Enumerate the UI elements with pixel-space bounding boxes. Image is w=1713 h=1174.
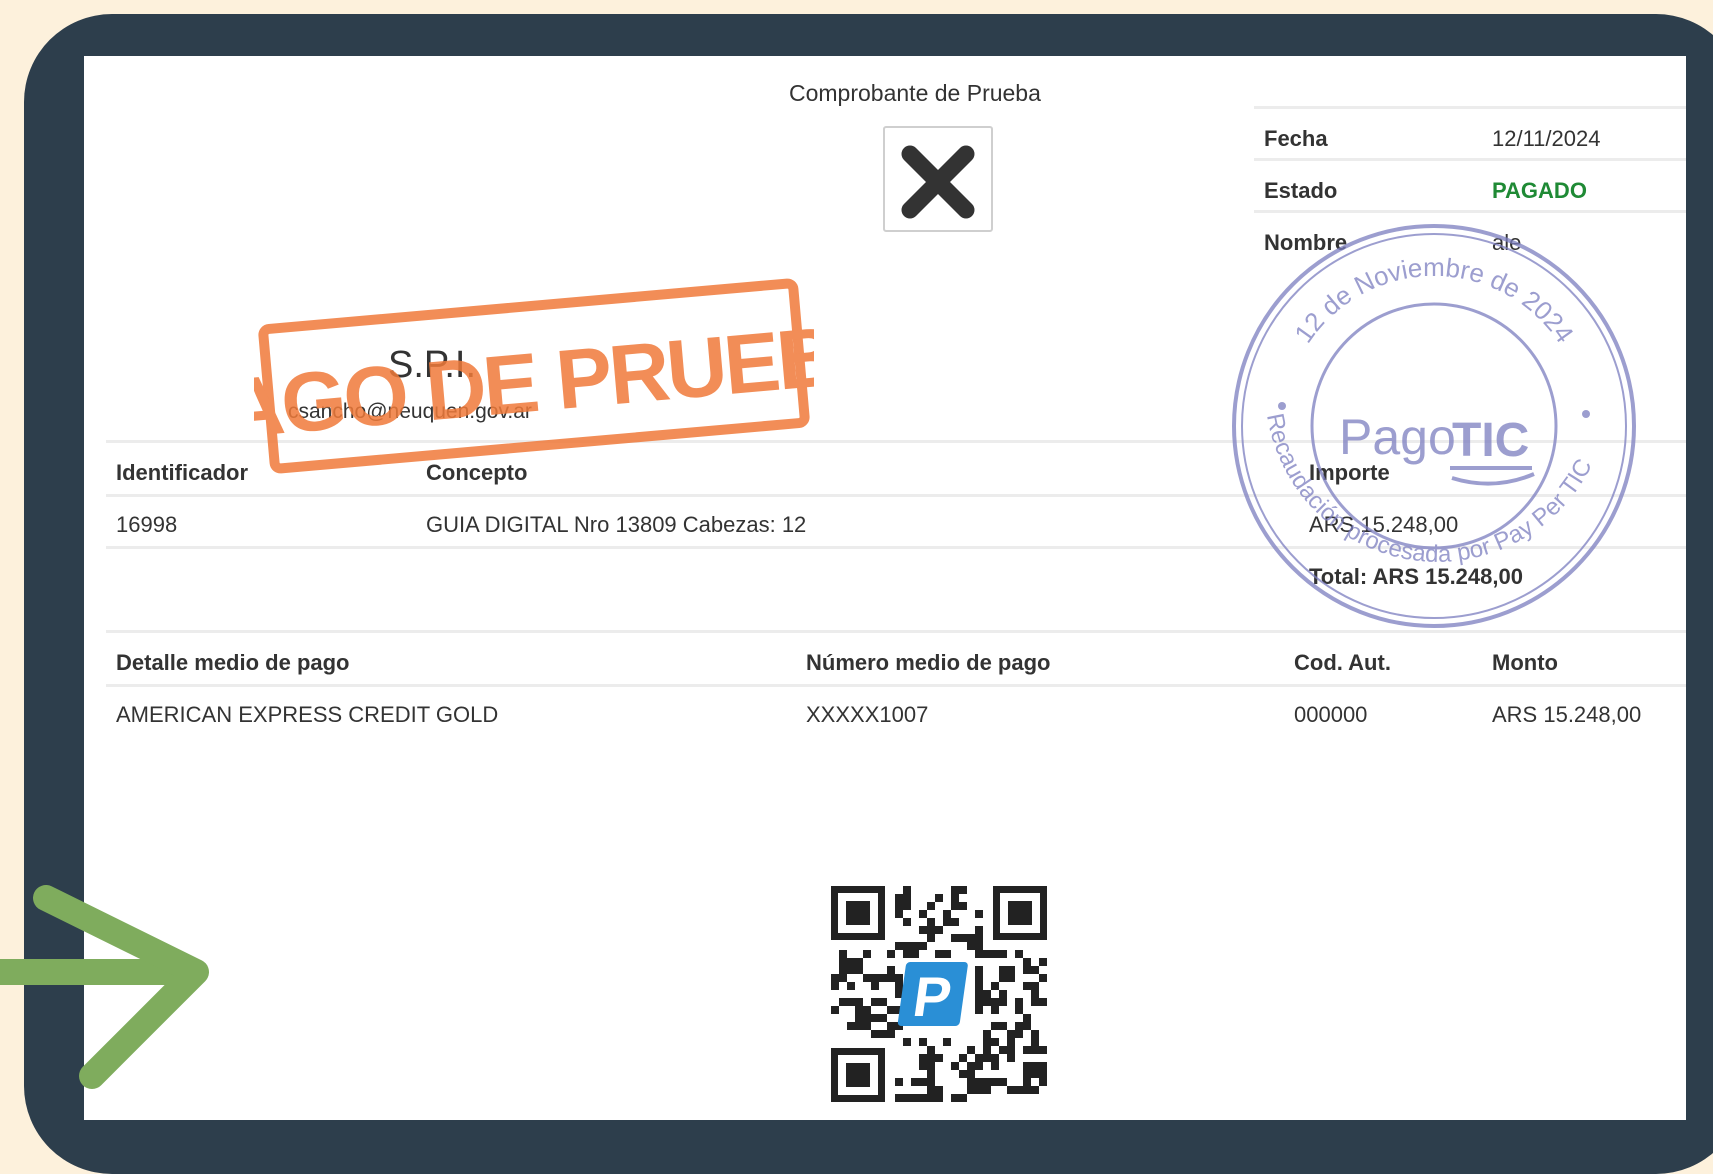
pagotic-seal: 12 de Noviembre de 2024 Recaudación proc… (1232, 224, 1636, 628)
test-payment-stamp: PAGO DE PRUEBA (254, 278, 814, 474)
arrow-right-icon (0, 885, 209, 1089)
cell-concepto: GUIA DIGITAL Nro 13809 Cabezas: 12 (426, 512, 807, 537)
date-value: 12/11/2024 (1492, 126, 1601, 151)
cell-cod-aut: 000000 (1294, 702, 1368, 727)
qr-logo: P (897, 962, 968, 1028)
svg-text:Pago: Pago (1339, 409, 1456, 465)
col-header-cod-aut: Cod. Aut. (1294, 650, 1391, 675)
cell-detalle: AMERICAN EXPRESS CREDIT GOLD (116, 702, 499, 727)
status-badge: PAGADO (1492, 178, 1587, 203)
cell-identificador: 16998 (116, 512, 178, 537)
divider (106, 684, 1686, 687)
divider (1254, 158, 1686, 161)
receipt-sheet: Comprobante de Prueba Fecha 12/11/2024 E… (84, 56, 1686, 1120)
divider (1254, 106, 1686, 109)
col-header-monto: Monto (1492, 650, 1558, 675)
col-header-numero: Número medio de pago (806, 650, 1051, 675)
close-icon (901, 145, 975, 219)
svg-text:TIC: TIC (1452, 414, 1529, 467)
col-header-detalle: Detalle medio de pago (116, 650, 350, 675)
cell-monto: ARS 15.248,00 (1492, 702, 1642, 727)
qr-code-icon: P (831, 886, 1047, 1102)
svg-text:12 de Noviembre de 2024: 12 de Noviembre de 2024 (1288, 252, 1580, 348)
status-label: Estado (1264, 178, 1338, 203)
date-label: Fecha (1264, 126, 1328, 151)
receipt-title: Comprobante de Prueba (789, 80, 1041, 106)
cell-numero: XXXXX1007 (806, 702, 929, 727)
col-header-identificador: Identificador (116, 460, 249, 485)
close-button[interactable] (883, 126, 993, 232)
